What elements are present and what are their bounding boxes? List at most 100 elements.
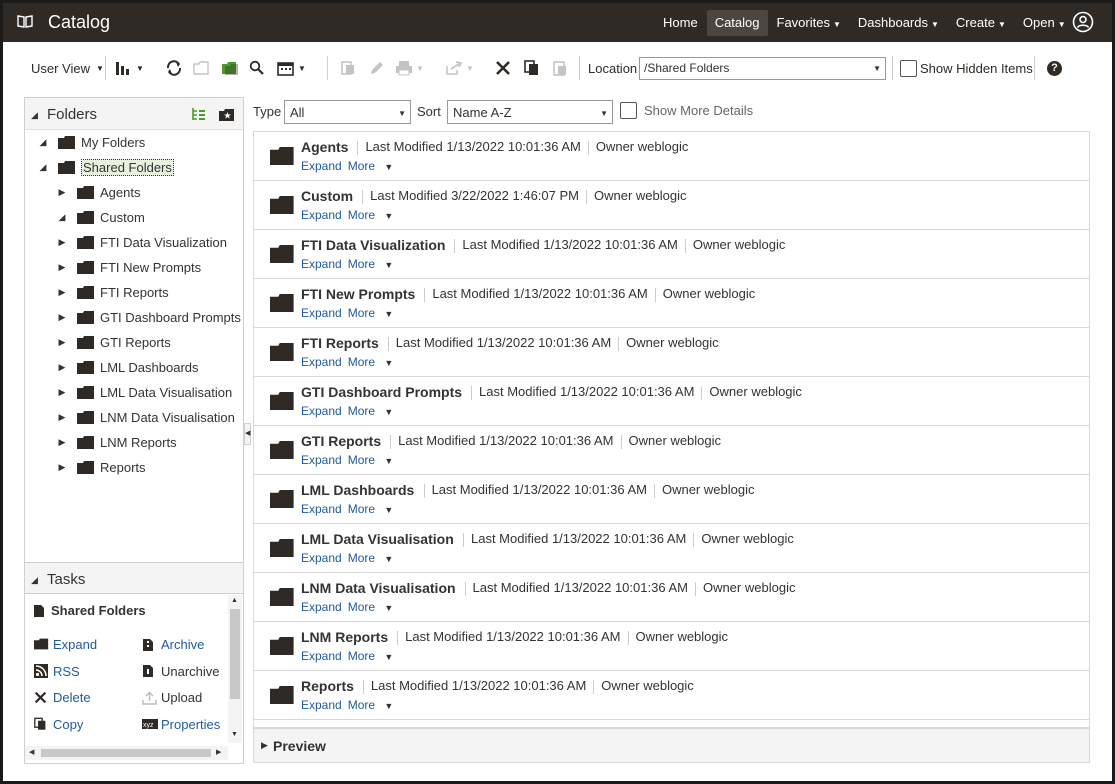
expand-link[interactable]: Expand (301, 502, 342, 516)
expand-triangle-icon[interactable]: ▶ (56, 437, 68, 448)
catalog-item-row[interactable]: GTI Reports Last Modified 1/13/2022 10:0… (254, 426, 1089, 475)
catalog-item-row[interactable]: FTI Data Visualization Last Modified 1/1… (254, 230, 1089, 279)
tree-view-icon[interactable] (191, 107, 206, 122)
item-name[interactable]: FTI New Prompts (301, 286, 415, 302)
nav-catalog[interactable]: Catalog (706, 9, 768, 36)
nav-create[interactable]: Create ▼ (948, 10, 1014, 36)
expand-triangle-icon[interactable]: ▶ (56, 462, 68, 473)
item-name[interactable]: LML Dashboards (301, 482, 414, 498)
catalog-item-row[interactable]: LNM Reports Last Modified 1/13/2022 10:0… (254, 622, 1089, 671)
show-hidden-checkbox[interactable] (900, 59, 917, 77)
more-menu[interactable]: More ▼ (348, 600, 400, 614)
catalog-item-row[interactable]: LML Dashboards Last Modified 1/13/2022 1… (254, 475, 1089, 524)
expand-link[interactable]: Expand (301, 649, 342, 663)
tree-node[interactable]: ▶ LML Data Visualisation (56, 380, 233, 405)
collapse-triangle-icon[interactable]: ◢ (37, 162, 49, 173)
catalog-item-row[interactable]: FTI New Prompts Last Modified 1/13/2022 … (254, 279, 1089, 328)
print-button[interactable]: ▼ (395, 56, 424, 80)
more-menu[interactable]: More ▼ (348, 208, 400, 222)
task-upload[interactable]: Upload (142, 690, 202, 705)
nav-open[interactable]: Open ▼ (1015, 10, 1074, 36)
item-name[interactable]: Agents (301, 139, 348, 155)
task-archive[interactable]: Archive (142, 637, 204, 652)
more-menu[interactable]: More ▼ (348, 404, 400, 418)
expand-link[interactable]: Expand (301, 306, 342, 320)
search-button[interactable] (249, 56, 265, 80)
task-properties[interactable]: xyz Properties (142, 717, 220, 732)
more-menu[interactable]: More ▼ (348, 257, 400, 271)
preview-panel[interactable]: ▶ Preview (253, 728, 1090, 763)
more-menu[interactable]: More ▼ (348, 453, 400, 467)
favorite-folder-icon[interactable] (218, 108, 235, 122)
tree-node[interactable]: ▶ LML Dashboards (56, 355, 199, 380)
more-menu[interactable]: More ▼ (348, 649, 400, 663)
expand-triangle-icon[interactable]: ▶ (56, 262, 68, 273)
expand-link[interactable]: Expand (301, 159, 342, 173)
expand-link[interactable]: Expand (301, 257, 342, 271)
more-menu[interactable]: More ▼ (348, 551, 400, 565)
scroll-up-icon[interactable]: ▲ (231, 597, 238, 604)
calendar-menu-button[interactable]: ▼ (277, 56, 306, 80)
more-menu[interactable]: More ▼ (348, 159, 400, 173)
expand-triangle-icon[interactable]: ▶ (56, 237, 68, 248)
tree-node[interactable]: ▶ FTI Data Visualization (56, 230, 227, 255)
item-name[interactable]: GTI Reports (301, 433, 381, 449)
tree-node[interactable]: ◢ Custom (56, 205, 145, 230)
more-menu[interactable]: More ▼ (348, 306, 400, 320)
tree-node[interactable]: ◢ My Folders (37, 130, 146, 155)
expand-triangle-icon[interactable]: ▶ (56, 387, 68, 398)
user-view-dropdown[interactable]: User View ▼ (31, 56, 104, 80)
delete-toolbar-button[interactable] (495, 56, 511, 80)
collapse-triangle-icon[interactable]: ◢ (56, 212, 68, 223)
expand-link[interactable]: Expand (301, 698, 342, 712)
scrollbar-thumb[interactable] (41, 749, 211, 757)
collapse-triangle-icon[interactable]: ◢ (37, 137, 49, 148)
scroll-right-icon[interactable]: ▶ (216, 748, 221, 756)
type-select[interactable]: All ▼ (284, 100, 411, 124)
task-rss[interactable]: RSS (34, 664, 80, 679)
nav-home[interactable]: Home (655, 10, 706, 36)
item-name[interactable]: LNM Reports (301, 629, 388, 645)
expand-triangle-icon[interactable]: ▶ (56, 287, 68, 298)
expand-triangle-icon[interactable]: ▶ (56, 412, 68, 423)
view-mode-button[interactable]: ▼ (115, 56, 144, 80)
catalog-item-row[interactable]: LML Data Visualisation Last Modified 1/1… (254, 524, 1089, 573)
catalog-item-row[interactable]: GTI Dashboard Prompts Last Modified 1/13… (254, 377, 1089, 426)
refresh-button[interactable] (165, 56, 183, 80)
copy-toolbar-button[interactable] (524, 56, 540, 80)
help-button[interactable]: ? (1047, 56, 1062, 80)
nav-dashboards[interactable]: Dashboards ▼ (850, 10, 947, 36)
item-name[interactable]: LML Data Visualisation (301, 531, 454, 547)
item-name[interactable]: Reports (301, 678, 354, 694)
show-more-details-toggle[interactable]: Show More Details (620, 102, 753, 119)
collapse-triangle-icon[interactable]: ◢ (31, 110, 38, 121)
expand-link[interactable]: Expand (301, 404, 342, 418)
expand-link[interactable]: Expand (301, 355, 342, 369)
tree-node[interactable]: ▶ Reports (56, 455, 146, 480)
tree-node[interactable]: ▶ GTI Reports (56, 330, 171, 355)
show-details-checkbox[interactable] (620, 102, 637, 119)
expand-triangle-icon[interactable]: ▶ (56, 337, 68, 348)
more-menu[interactable]: More ▼ (348, 355, 400, 369)
task-copy[interactable]: Copy (34, 717, 83, 732)
tree-node[interactable]: ▶ LNM Data Visualisation (56, 405, 235, 430)
export-button[interactable]: ▼ (445, 56, 474, 80)
paste-folder-button[interactable] (221, 56, 239, 80)
copy-item-button[interactable] (340, 56, 356, 80)
task-delete[interactable]: Delete (34, 690, 91, 705)
edit-button[interactable] (369, 56, 385, 80)
new-folder-button[interactable] (193, 56, 211, 80)
item-name[interactable]: FTI Reports (301, 335, 379, 351)
tree-node[interactable]: ▶ Agents (56, 180, 141, 205)
item-name[interactable]: GTI Dashboard Prompts (301, 384, 462, 400)
catalog-item-row[interactable]: Reports Last Modified 1/13/2022 10:01:36… (254, 671, 1089, 720)
tasks-header[interactable]: ◢ Tasks (25, 562, 243, 594)
scroll-down-icon[interactable]: ▼ (231, 731, 238, 738)
user-profile-icon[interactable] (1072, 11, 1094, 33)
tree-node[interactable]: ▶ FTI Reports (56, 280, 169, 305)
item-name[interactable]: Custom (301, 188, 353, 204)
more-menu[interactable]: More ▼ (348, 698, 400, 712)
nav-favorites[interactable]: Favorites ▼ (769, 10, 849, 36)
expand-link[interactable]: Expand (301, 208, 342, 222)
item-name[interactable]: FTI Data Visualization (301, 237, 445, 253)
